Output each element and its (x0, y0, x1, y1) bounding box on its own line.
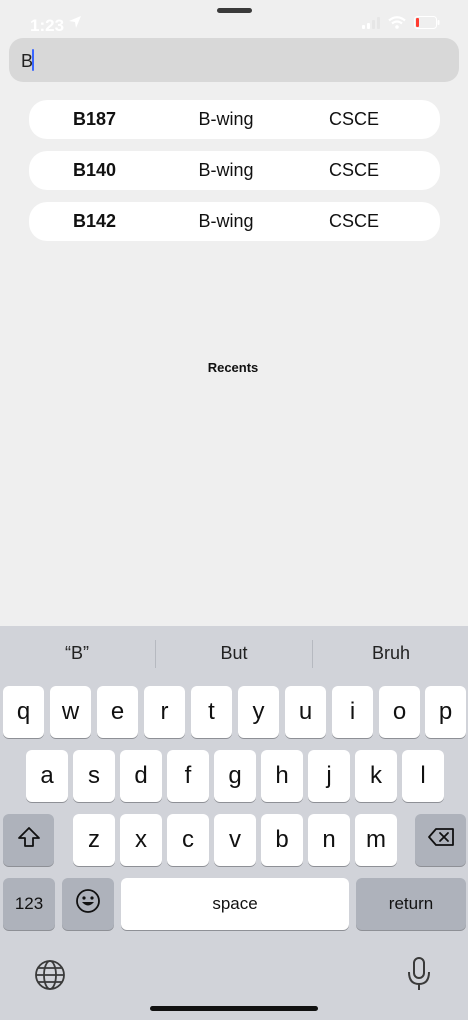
sheet-grabber[interactable] (217, 8, 252, 13)
suggestion-but[interactable]: But (159, 643, 309, 664)
location-arrow-icon (68, 15, 82, 34)
status-indicators (362, 16, 440, 34)
status-bar: 1:23 (0, 0, 468, 40)
text-caret (32, 49, 34, 71)
key-t[interactable]: t (191, 686, 232, 738)
search-input[interactable]: B (9, 38, 459, 82)
key-n[interactable]: n (308, 814, 350, 866)
key-z[interactable]: z (73, 814, 115, 866)
microphone-icon[interactable] (407, 956, 431, 997)
key-v[interactable]: v (214, 814, 256, 866)
shift-key[interactable] (3, 814, 54, 866)
key-p[interactable]: p (425, 686, 466, 738)
space-key[interactable]: space (121, 878, 349, 930)
key-l[interactable]: l (402, 750, 444, 802)
key-j[interactable]: j (308, 750, 350, 802)
result-room: B142 (73, 211, 117, 231)
key-r[interactable]: r (144, 686, 185, 738)
numbers-key[interactable]: 123 (3, 878, 55, 930)
result-room: B140 (73, 160, 117, 180)
recents-heading: Recents (207, 360, 259, 375)
result-row[interactable]: B142 B-wing CSCE (29, 202, 440, 241)
suggestion-divider (312, 640, 313, 668)
result-wing: B-wing (198, 211, 254, 231)
battery-icon (414, 16, 440, 34)
key-b[interactable]: b (261, 814, 303, 866)
key-g[interactable]: g (214, 750, 256, 802)
key-q[interactable]: q (3, 686, 44, 738)
key-s[interactable]: s (73, 750, 115, 802)
key-w[interactable]: w (50, 686, 91, 738)
result-dept: CSCE (328, 109, 379, 129)
signal-icon (362, 16, 380, 34)
delete-icon (427, 826, 455, 854)
suggestion-divider (155, 640, 156, 668)
return-key[interactable]: return (356, 878, 466, 930)
wifi-icon (388, 16, 406, 34)
key-h[interactable]: h (261, 750, 303, 802)
key-e[interactable]: e (97, 686, 138, 738)
delete-key[interactable] (415, 814, 466, 866)
keyboard: “B” But Bruh q w e r t y u i o p a s d f… (0, 626, 468, 1020)
result-wing: B-wing (198, 109, 254, 129)
result-dept: CSCE (328, 160, 379, 180)
home-indicator[interactable] (150, 1006, 318, 1011)
key-k[interactable]: k (355, 750, 397, 802)
key-u[interactable]: u (285, 686, 326, 738)
key-i[interactable]: i (332, 686, 373, 738)
suggestion-bruh[interactable]: Bruh (316, 643, 466, 664)
result-wing: B-wing (198, 160, 254, 180)
result-row[interactable]: B187 B-wing CSCE (29, 100, 440, 139)
key-m[interactable]: m (355, 814, 397, 866)
emoji-icon (75, 888, 101, 921)
key-o[interactable]: o (379, 686, 420, 738)
shift-icon (17, 826, 41, 855)
key-a[interactable]: a (26, 750, 68, 802)
suggestion-literal[interactable]: “B” (2, 643, 152, 664)
result-row[interactable]: B140 B-wing CSCE (29, 151, 440, 190)
key-d[interactable]: d (120, 750, 162, 802)
key-x[interactable]: x (120, 814, 162, 866)
result-room: B187 (73, 109, 117, 129)
key-y[interactable]: y (238, 686, 279, 738)
globe-icon[interactable] (34, 959, 66, 996)
key-f[interactable]: f (167, 750, 209, 802)
key-c[interactable]: c (167, 814, 209, 866)
emoji-key[interactable] (62, 878, 114, 930)
status-time: 1:23 (30, 16, 65, 35)
result-dept: CSCE (328, 211, 379, 231)
